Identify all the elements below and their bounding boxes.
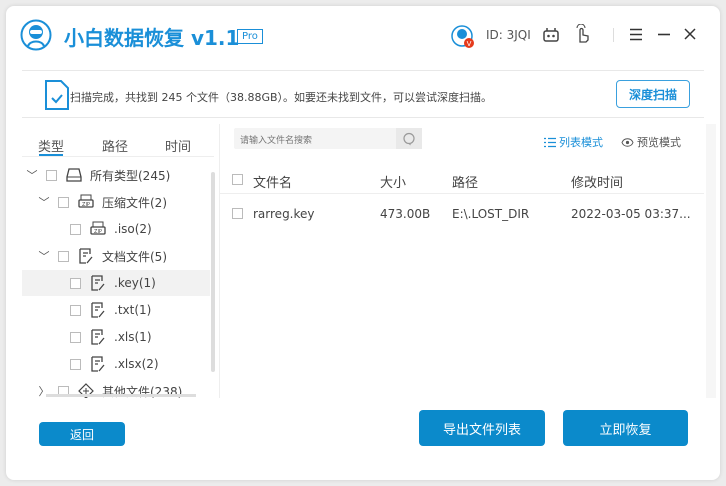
search-input[interactable] xyxy=(234,130,394,152)
close-icon[interactable] xyxy=(683,27,697,41)
tree-checkbox[interactable] xyxy=(70,223,81,235)
file-type-tree: ﹀ 所有类型(245) ﹀ ZIP 压缩文件(2) ZIP .iso(2) ﹀ 文档文件(5).… xyxy=(22,162,212,398)
svg-text:ZIP: ZIP xyxy=(82,202,90,208)
tree-item[interactable]: ZIP .iso(2) xyxy=(22,216,210,242)
tree-item-label: .xlsx(2) xyxy=(114,357,159,371)
column-header-modified[interactable]: 修改时间 xyxy=(571,172,623,191)
column-header-size[interactable]: 大小 xyxy=(380,172,406,191)
tab-type[interactable]: 类型 xyxy=(38,136,64,155)
tab-time[interactable]: 时间 xyxy=(165,136,191,155)
divider xyxy=(22,117,704,118)
export-file-list-button[interactable]: 导出文件列表 xyxy=(419,410,545,446)
row-checkbox[interactable] xyxy=(232,208,243,219)
document-icon xyxy=(91,356,105,372)
app-title: 小白数据恢复 v1.1 xyxy=(64,26,240,50)
robot-icon[interactable] xyxy=(542,26,560,44)
column-header-name[interactable]: 文件名 xyxy=(253,172,292,191)
table-scrollbar-track[interactable] xyxy=(706,124,716,398)
tab-path[interactable]: 路径 xyxy=(102,136,128,155)
chevron-down-icon[interactable]: ﹀ xyxy=(26,167,38,183)
pro-badge: Pro xyxy=(237,29,263,44)
tree-horizontal-scrollbar[interactable] xyxy=(46,394,196,397)
chevron-down-icon[interactable]: ﹀ xyxy=(38,194,50,210)
menu-icon[interactable] xyxy=(629,28,643,41)
hand-pointer-icon[interactable] xyxy=(574,24,592,44)
tree-checkbox[interactable] xyxy=(70,331,81,343)
column-header-path[interactable]: 路径 xyxy=(452,172,478,191)
tree-item-label: .xls(1) xyxy=(114,330,152,344)
preview-mode-toggle[interactable]: 预览模式 xyxy=(621,134,681,150)
divider xyxy=(613,28,614,42)
list-icon xyxy=(544,137,556,147)
file-size: 473.00B xyxy=(380,207,431,221)
search-box xyxy=(234,128,422,152)
eye-icon xyxy=(621,137,634,147)
tree-vertical-scrollbar[interactable] xyxy=(211,172,215,372)
deep-scan-button[interactable]: 深度扫描 xyxy=(616,80,690,108)
divider xyxy=(22,70,704,71)
file-modified: 2022-03-05 03:37... xyxy=(571,207,691,221)
svg-text:V: V xyxy=(467,40,472,48)
tree-item[interactable]: .xls(1) xyxy=(22,324,210,350)
chevron-down-icon[interactable]: ﹀ xyxy=(38,248,50,264)
select-all-checkbox[interactable] xyxy=(232,174,243,185)
logo-icon xyxy=(20,19,52,51)
tree-checkbox[interactable] xyxy=(70,277,81,289)
tree-item[interactable]: ﹀ 文档文件(5) xyxy=(22,243,210,269)
tree-item-label: 所有类型(245) xyxy=(90,168,171,183)
panel-divider xyxy=(219,124,220,398)
svg-text:ZIP: ZIP xyxy=(94,229,102,235)
document-icon xyxy=(91,329,105,345)
list-mode-toggle[interactable]: 列表模式 xyxy=(544,134,603,150)
scan-summary: 扫描完成，共找到 245 个文件（38.88GB）。如要还未找到文件，可以尝试深… xyxy=(70,91,493,104)
tree-checkbox[interactable] xyxy=(58,196,69,208)
tree-checkbox[interactable] xyxy=(70,358,81,370)
tree-item[interactable]: .xlsx(2) xyxy=(22,351,210,377)
back-button[interactable]: 返回 xyxy=(39,422,125,446)
document-check-icon xyxy=(45,80,69,110)
user-id: ID: 3JQI xyxy=(486,28,531,42)
tree-item-label: .txt(1) xyxy=(114,303,152,317)
document-icon xyxy=(91,275,105,291)
tree-item-label: .key(1) xyxy=(114,276,156,290)
tree-item-label: 文档文件(5) xyxy=(102,249,167,264)
tree-item[interactable]: ﹀ ZIP 压缩文件(2) xyxy=(22,189,210,215)
minimize-icon[interactable] xyxy=(657,28,671,41)
recover-now-button[interactable]: 立即恢复 xyxy=(563,410,688,446)
avatar[interactable]: V xyxy=(450,24,476,50)
tree-item[interactable]: .key(1) xyxy=(22,270,210,296)
file-path: E:\.LOST_DIR xyxy=(452,207,530,221)
app-window: 小白数据恢复 v1.1 Pro V ID: 3JQI 扫描完成，共找到 245 … xyxy=(6,6,720,480)
zip-icon: ZIP xyxy=(90,221,106,235)
divider xyxy=(22,156,214,157)
document-icon xyxy=(91,302,105,318)
tree-item[interactable]: ﹀ 所有类型(245) xyxy=(22,162,210,188)
file-name: rarreg.key xyxy=(253,207,315,221)
tree-checkbox[interactable] xyxy=(46,169,57,181)
search-icon xyxy=(403,132,415,145)
tree-item[interactable]: .txt(1) xyxy=(22,297,210,323)
tree-item-label: .iso(2) xyxy=(114,222,152,236)
divider xyxy=(220,193,704,194)
zip-icon: ZIP xyxy=(78,194,94,208)
search-button[interactable] xyxy=(396,128,422,149)
document-icon xyxy=(79,248,93,264)
drive-icon xyxy=(66,168,82,182)
tree-item-label: 压缩文件(2) xyxy=(102,195,167,210)
tree-checkbox[interactable] xyxy=(70,304,81,316)
tree-checkbox[interactable] xyxy=(58,250,69,262)
